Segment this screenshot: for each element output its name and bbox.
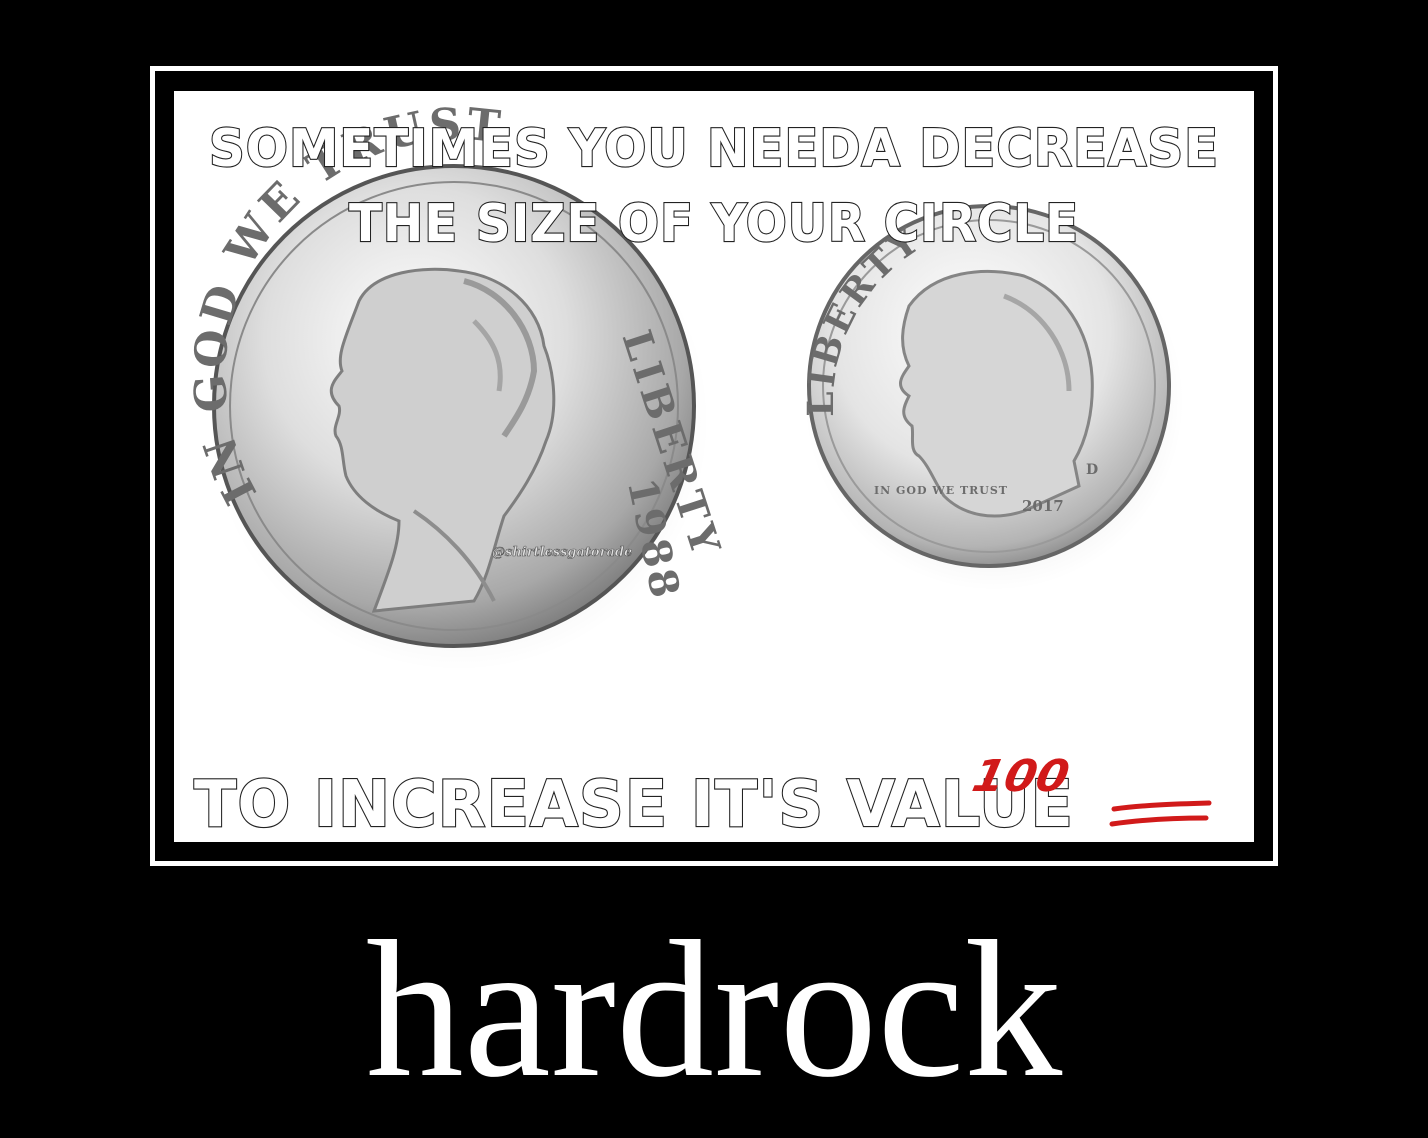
hundred-emoji-text: 100 (968, 751, 1074, 801)
bottom-caption-line: TO INCREASE IT'S VALUE (194, 768, 1074, 842)
watermark: @shirtlessgatorade (492, 545, 632, 560)
dime-motto: IN GOD WE TRUST (874, 484, 1008, 497)
top-caption-line-1: SOMETIMES YOU NEEDA DECREASE (209, 119, 1219, 179)
dime-coin-icon: LIBERTY IN GOD WE TRUST 2017 D (800, 204, 1184, 591)
nickel-coin-icon: IN GOD WE TRUST LIBERTY 1988 @shirtlessg… (184, 99, 731, 671)
top-caption-line-2: THE SIZE OF YOUR CIRCLE (349, 194, 1079, 254)
dime-year: 2017 (1022, 497, 1064, 515)
poster-caption: hardrock (365, 901, 1063, 1118)
meme-image: IN GOD WE TRUST LIBERTY 1988 @shirtlessg… (174, 91, 1254, 842)
dime-mint-mark: D (1086, 462, 1098, 478)
